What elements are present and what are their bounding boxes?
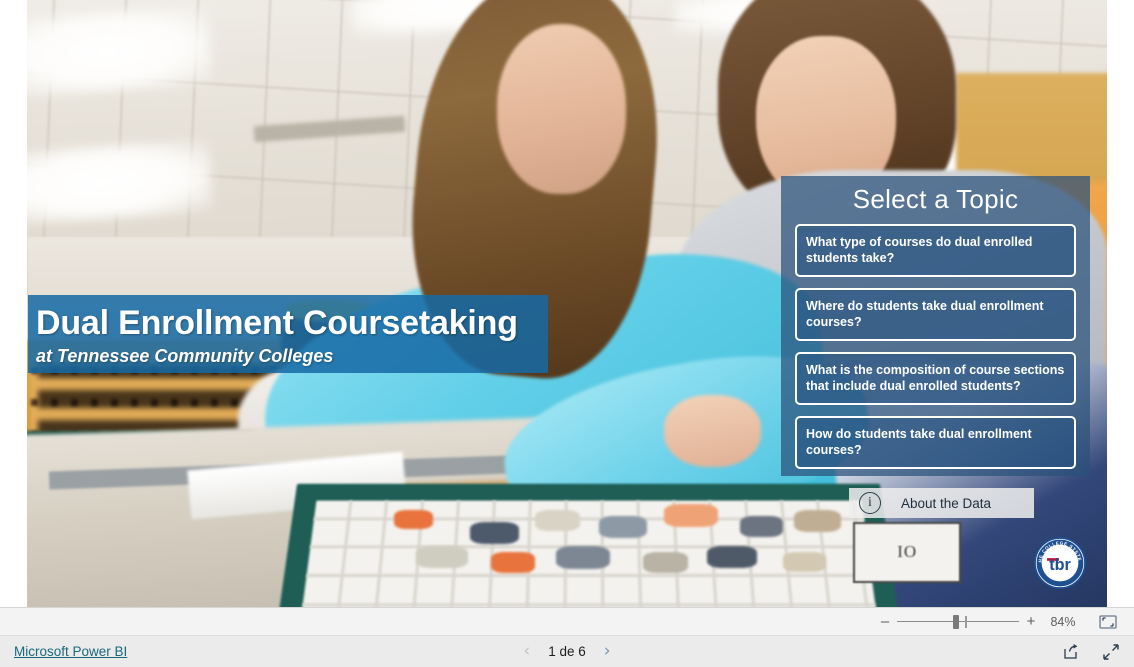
topic-button-section-composition[interactable]: What is the composition of course sectio… [795,352,1076,405]
about-the-data-button[interactable]: i About the Data [849,488,1034,518]
photo-sign-text: IO [853,522,962,583]
zoom-percent-label: 84% [1050,614,1076,629]
topic-button-how-taken[interactable]: How do students take dual enrollment cou… [795,416,1076,469]
topic-button-label: What is the composition of course sectio… [806,363,1065,393]
topic-button-where-taken[interactable]: Where do students take dual enrollment c… [795,288,1076,341]
share-icon[interactable] [1063,643,1080,660]
select-a-topic-panel: Select a Topic What type of courses do d… [781,176,1090,476]
status-bar-actions [1063,643,1120,661]
fit-to-page-icon[interactable] [1096,613,1120,631]
zoom-out-button[interactable]: – [876,614,894,629]
report-page: IO Dual Enrollment Coursetaking at Tenne… [27,0,1107,607]
svg-text:tbr: tbr [1049,556,1071,574]
topic-button-label: How do students take dual enrollment cou… [806,427,1032,457]
zoom-slider[interactable] [897,614,1019,629]
topic-button-list: What type of courses do dual enrolled st… [781,219,1090,469]
report-title-banner: Dual Enrollment Coursetaking at Tennesse… [28,295,548,373]
chevron-right-icon[interactable]: › [604,643,611,660]
zoom-in-button[interactable]: + [1022,614,1040,629]
zoom-slider-thumb[interactable] [953,614,960,629]
report-canvas-area: IO Dual Enrollment Coursetaking at Tenne… [0,0,1134,607]
status-bar: Microsoft Power BI ‹ 1 de 6 › [0,635,1134,667]
info-icon: i [859,492,881,514]
topic-button-label: What type of courses do dual enrolled st… [806,235,1033,265]
topic-button-label: Where do students take dual enrollment c… [806,299,1044,329]
page-title: Dual Enrollment Coursetaking [36,304,518,342]
page-navigation: ‹ 1 de 6 › [0,643,1134,660]
tbr-logo: THE COLLEGE SYSTEM OF TENNESSEE tbr [1031,532,1087,590]
fullscreen-icon[interactable] [1102,643,1120,661]
topic-panel-heading: Select a Topic [852,184,1019,214]
about-the-data-label: About the Data [901,495,992,511]
zoom-slider-tick [965,615,967,628]
zoom-toolbar: – + 84% [0,607,1134,635]
topic-button-course-type[interactable]: What type of courses do dual enrolled st… [795,224,1076,277]
page-indicator-label: 1 de 6 [548,644,586,659]
powerbi-report-viewer: IO Dual Enrollment Coursetaking at Tenne… [0,0,1134,667]
page-subtitle: at Tennessee Community Colleges [36,346,334,366]
chevron-left-icon[interactable]: ‹ [523,643,530,660]
